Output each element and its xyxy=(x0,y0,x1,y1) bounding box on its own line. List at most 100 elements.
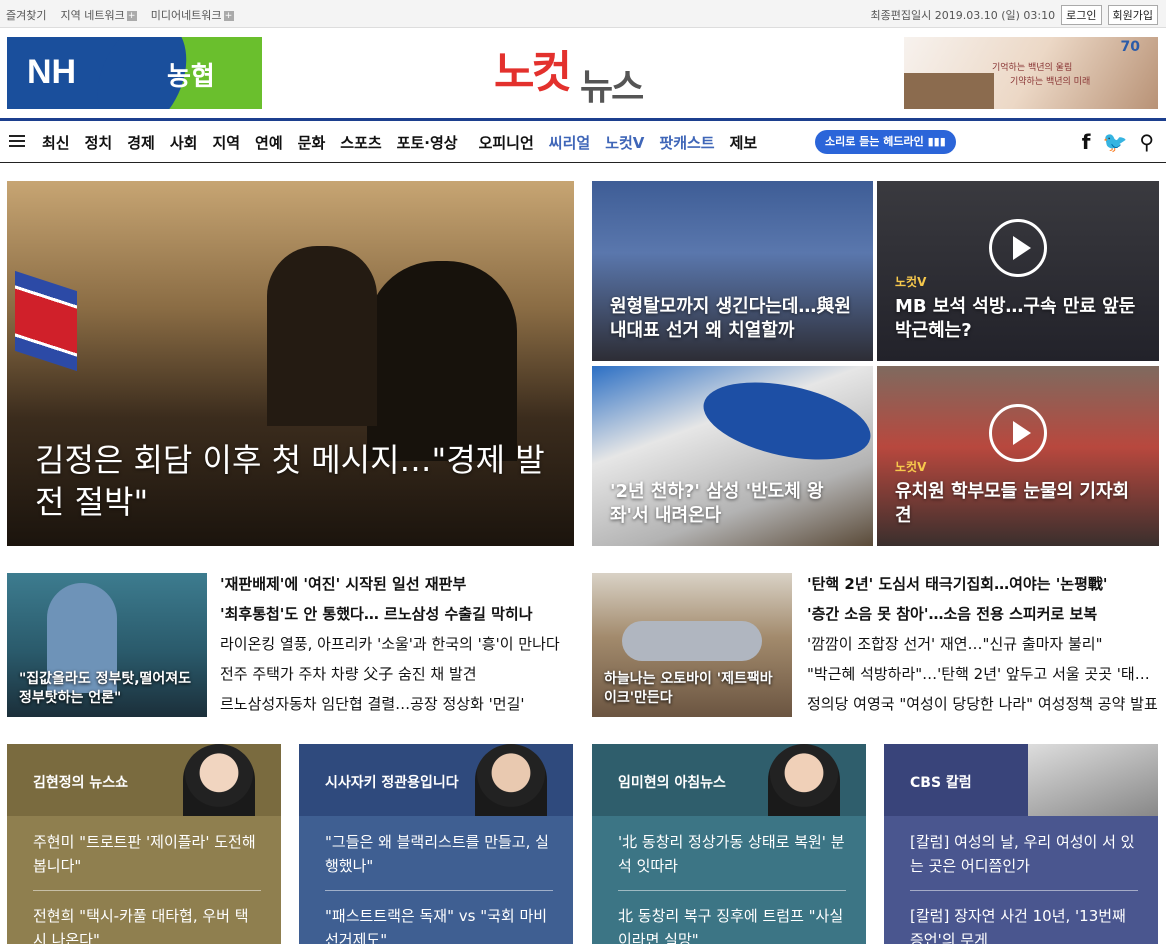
twitter-icon[interactable]: 🐦 xyxy=(1102,130,1127,154)
news-right-thumb-caption: 하늘나는 오토바이 '제트팩바이크'만든다 xyxy=(604,670,773,707)
headline[interactable]: 르노삼성자동차 임단협 결렬…공장 정상화 '먼길' xyxy=(220,689,575,719)
headline[interactable]: 라이온킹 열풍, 아프리카 '소울'과 한국의 '흥'이 만나다 xyxy=(220,629,575,659)
column-title: 김현정의 뉴스쇼 xyxy=(33,775,129,791)
column-header[interactable]: 김현정의 뉴스쇼 xyxy=(7,744,281,816)
column-header[interactable]: 임미현의 아침뉴스 xyxy=(592,744,866,816)
ad-line2: 기약하는 백년의 미래 xyxy=(1010,77,1091,87)
hero-card-4-tag: 노컷V xyxy=(895,460,927,474)
news-right-thumbnail[interactable]: 하늘나는 오토바이 '제트팩바이크'만든다 xyxy=(592,573,792,717)
play-icon[interactable] xyxy=(989,404,1047,462)
keyboard-photo xyxy=(1028,744,1158,816)
column-article[interactable]: 전현희 "택시-카풀 대타협, 우버 택시 나온다" xyxy=(33,904,261,944)
column-article[interactable]: 北 동창리 복구 징후에 트럼프 "사실이라면 실망" xyxy=(618,904,846,944)
local-network-label: 지역 네트워크 xyxy=(60,9,125,22)
column-title: 임미현의 아침뉴스 xyxy=(618,775,726,791)
nav-item[interactable]: 스포츠 xyxy=(340,132,381,153)
column-article[interactable]: [칼럼] 장자연 사건 10년, '13번째 증언'의 무게 xyxy=(910,904,1138,944)
favorites-link[interactable]: 즐겨찾기 xyxy=(6,7,46,23)
nav-item[interactable]: 팟캐스트 xyxy=(659,132,714,153)
headline[interactable]: '깜깜이 조합장 선거' 재연…"신규 출마자 불리" xyxy=(807,629,1162,659)
signup-button[interactable]: 회원가입 xyxy=(1107,5,1158,25)
nav-item[interactable]: 경제 xyxy=(127,132,155,153)
facebook-icon[interactable]: f xyxy=(1082,130,1091,154)
hamburger-menu-icon[interactable] xyxy=(9,135,25,147)
hero-card-4[interactable]: 노컷V 유치원 학부모들 눈물의 기자회견 xyxy=(877,366,1159,546)
speaker-silhouette xyxy=(367,261,517,461)
headline[interactable]: '층간 소음 못 참아'…소음 전용 스피커로 보복 xyxy=(807,599,1162,629)
column-article[interactable]: [칼럼] 여성의 날, 우리 여성이 서 있는 곳은 어디쯤인가 xyxy=(910,830,1138,878)
hero-card-2[interactable]: 노컷V MB 보석 석방…구속 만료 앞둔 박근혜는? xyxy=(877,181,1159,361)
column-header[interactable]: CBS 칼럼 xyxy=(884,744,1158,816)
headline[interactable]: 전주 주택가 주차 차량 父子 숨진 채 발견 xyxy=(220,659,575,689)
play-icon[interactable] xyxy=(989,219,1047,277)
divider xyxy=(618,890,846,891)
news-right-list: '탄핵 2년' 도심서 태극기집회…여야는 '논평戰' '층간 소음 못 참아'… xyxy=(807,569,1162,719)
top-utility-bar: 즐겨찾기 지역 네트워크 + 미디어네트워크 + 최종편집일시 2019.03.10… xyxy=(0,0,1166,28)
nav-item[interactable]: 사회 xyxy=(170,132,198,153)
hero-card-4-title: 유치원 학부모들 눈물의 기자회견 xyxy=(895,481,1130,526)
column-article[interactable]: '北 동창리 정상가동 상태로 복원' 분석 잇따라 xyxy=(618,830,846,878)
nav-item[interactable]: 포토·영상 xyxy=(397,132,458,153)
column-header[interactable]: 시사자키 정관용입니다 xyxy=(299,744,573,816)
divider xyxy=(33,890,261,891)
hero-card-3-title: '2년 천하?' 삼성 '반도체 왕좌'서 내려온다 xyxy=(610,481,824,526)
column-body: 주현미 "트로트판 '제이플라' 도전해 봅니다" 전현희 "택시-카풀 대타협,… xyxy=(7,816,281,944)
nav-item[interactable]: 문화 xyxy=(298,132,326,153)
news-left-thumb-caption: "집값올라도 정부탓,떨어져도정부탓하는 언론" xyxy=(19,670,192,707)
headline[interactable]: '최후통첩'도 안 통했다… 르노삼성 수출길 막히나 xyxy=(220,599,575,629)
nav-item[interactable]: 연예 xyxy=(255,132,283,153)
ad-brand-ko: 농협 xyxy=(167,62,215,92)
headline[interactable]: 정의당 여영국 "여성이 당당한 나라" 여성정책 공약 발표 xyxy=(807,689,1162,719)
column-article[interactable]: 주현미 "트로트판 '제이플라' 도전해 봅니다" xyxy=(33,830,261,878)
nav-item[interactable]: 노컷V xyxy=(605,132,644,153)
bike-image xyxy=(622,621,762,661)
divider xyxy=(325,890,553,891)
nav-item[interactable]: 정치 xyxy=(85,132,113,153)
column-body: '北 동창리 정상가동 상태로 복원' 분석 잇따라 北 동창리 복구 징후에 트… xyxy=(592,816,866,944)
fortress-image xyxy=(904,73,994,109)
ad-number: 70 xyxy=(1120,39,1140,55)
nav-items: 최신 정치 경제 사회 지역 연예 문화 스포츠 포토·영상 오피니언 씨리얼 노컷V 팟캐스트 제보 xyxy=(42,132,772,153)
nav-item[interactable]: 제보 xyxy=(730,132,758,153)
news-left-thumbnail[interactable]: "집값올라도 정부탓,떨어져도정부탓하는 언론" xyxy=(7,573,207,717)
hero-card-2-tag: 노컷V xyxy=(895,275,927,289)
audio-headline-label: 소리로 듣는 헤드라인 xyxy=(825,135,924,148)
login-button[interactable]: 로그인 xyxy=(1061,5,1102,25)
nav-item[interactable]: 최신 xyxy=(42,132,70,153)
program-column-newshow: 김현정의 뉴스쇼주현미 "트로트판 '제이플라' 도전해 봅니다" 전현희 "택시… xyxy=(7,744,281,944)
site-logo[interactable]: 노컷 뉴스 xyxy=(494,36,669,108)
program-column-sisajacky: 시사자키 정관용입니다 "그들은 왜 블랙리스트를 만들고, 실행했나" "패스트트… xyxy=(299,744,573,944)
divider xyxy=(910,890,1138,891)
nh-banner-ad[interactable]: NH 농협 xyxy=(7,37,262,109)
plus-icon: + xyxy=(223,11,234,21)
host-photo xyxy=(475,744,547,816)
hero-card-1[interactable]: 원형탈모까지 생긴다는데…與원내대표 선거 왜 치열할까 xyxy=(592,181,873,361)
anniversary-banner-ad[interactable]: 70 기억하는 백년의 울림기약하는 백년의 미래 xyxy=(904,37,1158,109)
column-article[interactable]: "패스트트랙은 독재" vs "국회 마비 선거제도" xyxy=(325,904,553,944)
ad-line1: 기억하는 백년의 울림 xyxy=(992,63,1073,73)
nav-item[interactable]: 오피니언 xyxy=(479,132,534,153)
search-icon[interactable]: ⚲ xyxy=(1139,130,1154,154)
local-network-menu[interactable]: 지역 네트워크 + xyxy=(60,7,137,23)
program-column-morning-news: 임미현의 아침뉴스 '北 동창리 정상가동 상태로 복원' 분석 잇따라 北 동창리… xyxy=(592,744,866,944)
logo-part2: 뉴스 xyxy=(580,67,644,108)
column-title: 시사자키 정관용입니다 xyxy=(325,775,459,791)
column-title: CBS 칼럼 xyxy=(910,775,972,791)
column-body: [칼럼] 여성의 날, 우리 여성이 서 있는 곳은 어디쯤인가 [칼럼] 장자연… xyxy=(884,816,1158,944)
host-photo xyxy=(768,744,840,816)
officials-silhouette xyxy=(267,246,377,426)
hero-card-3[interactable]: '2년 천하?' 삼성 '반도체 왕좌'서 내려온다 xyxy=(592,366,873,546)
hero-card-2-title: MB 보석 석방…구속 만료 앞둔 박근혜는? xyxy=(895,296,1136,341)
nav-item[interactable]: 씨리얼 xyxy=(549,132,590,153)
ad-brand-en: NH xyxy=(27,53,77,91)
media-network-menu[interactable]: 미디어네트워크 + xyxy=(151,7,234,23)
audio-headline-button[interactable]: 소리로 듣는 헤드라인 ▮▮▮ xyxy=(815,130,956,154)
headline[interactable]: '재판배제'에 '여진' 시작된 일선 재판부 xyxy=(220,569,575,599)
program-column-cbs-column: CBS 칼럼 [칼럼] 여성의 날, 우리 여성이 서 있는 곳은 어디쯤인가 [칼… xyxy=(884,744,1158,944)
headline[interactable]: "박근혜 석방하라"…'탄핵 2년' 앞두고 서울 곳곳 '태극기' xyxy=(807,659,1162,689)
plus-icon: + xyxy=(126,11,137,21)
headline[interactable]: '탄핵 2년' 도심서 태극기집회…여야는 '논평戰' xyxy=(807,569,1162,599)
hero-main-article[interactable]: 김정은 회담 이후 첫 메시지…"경제 발전 절박" xyxy=(7,181,574,546)
nav-item[interactable]: 지역 xyxy=(212,132,240,153)
column-article[interactable]: "그들은 왜 블랙리스트를 만들고, 실행했나" xyxy=(325,830,553,878)
